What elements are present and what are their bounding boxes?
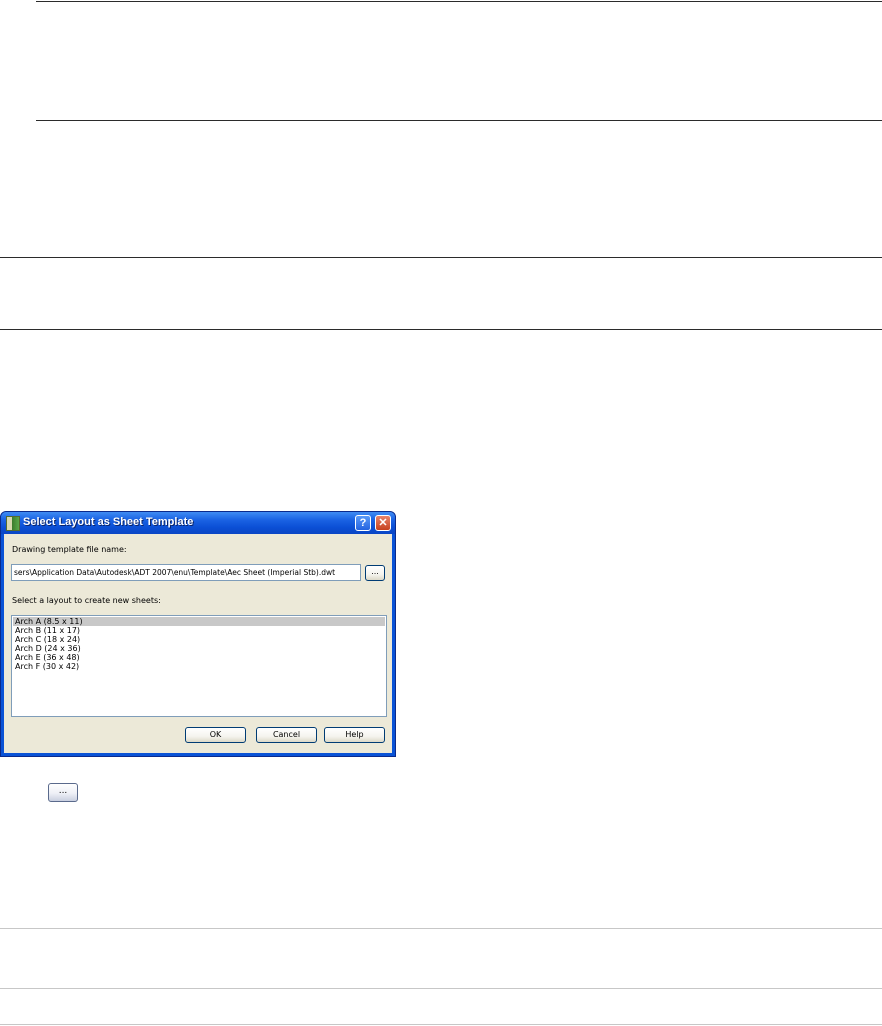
dialog-client-area: Drawing template file name: sers\Applica… bbox=[4, 534, 392, 753]
dialog-title: Select Layout as Sheet Template bbox=[23, 516, 194, 528]
dialog-titlebar[interactable]: Select Layout as Sheet Template ? ✕ bbox=[1, 512, 395, 534]
layout-listbox[interactable]: Arch A (8.5 x 11) Arch B (11 x 17) Arch … bbox=[11, 615, 387, 717]
footer-rule-3 bbox=[0, 1024, 882, 1025]
list-item[interactable]: Arch E (36 x 48) bbox=[13, 653, 385, 662]
section-bottom-rule bbox=[0, 329, 882, 330]
title-help-button[interactable]: ? bbox=[355, 515, 371, 531]
select-layout-dialog: Select Layout as Sheet Template ? ✕ Draw… bbox=[0, 511, 396, 757]
cancel-button[interactable]: Cancel bbox=[256, 727, 317, 743]
table-top-rule bbox=[36, 1, 882, 2]
list-item[interactable]: Arch C (18 x 24) bbox=[13, 635, 385, 644]
layout-select-label: Select a layout to create new sheets: bbox=[12, 596, 161, 605]
footer-rule-1 bbox=[0, 928, 882, 929]
template-path-input[interactable]: sers\Application Data\Autodesk\ADT 2007\… bbox=[11, 564, 361, 581]
close-button[interactable]: ✕ bbox=[375, 515, 391, 531]
browse-button-sample[interactable]: ... bbox=[48, 783, 78, 802]
table-bottom-rule bbox=[36, 120, 882, 121]
list-item[interactable]: Arch A (8.5 x 11) bbox=[13, 617, 385, 626]
section-top-rule bbox=[0, 257, 882, 258]
list-item[interactable]: Arch B (11 x 17) bbox=[13, 626, 385, 635]
browse-button[interactable]: ... bbox=[365, 565, 385, 581]
app-icon bbox=[6, 516, 20, 531]
ok-button[interactable]: OK bbox=[185, 727, 246, 743]
list-item[interactable]: Arch F (30 x 42) bbox=[13, 662, 385, 671]
list-item[interactable]: Arch D (24 x 36) bbox=[13, 644, 385, 653]
help-button[interactable]: Help bbox=[324, 727, 385, 743]
template-file-label: Drawing template file name: bbox=[12, 545, 127, 554]
footer-rule-2 bbox=[0, 988, 882, 989]
